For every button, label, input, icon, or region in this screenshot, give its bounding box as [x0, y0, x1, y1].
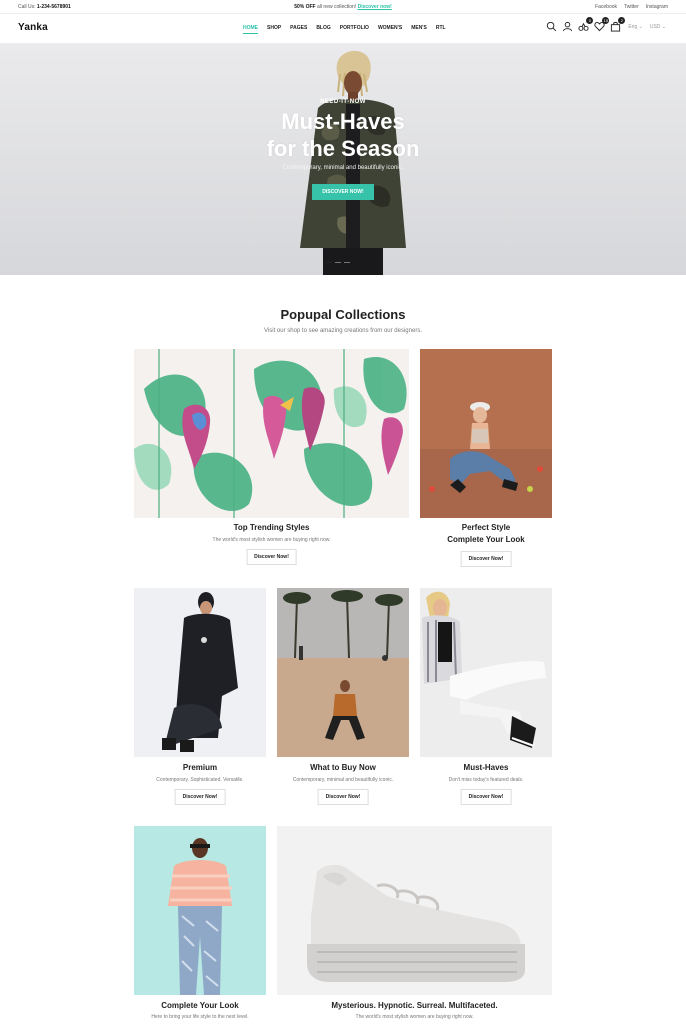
twitter-link[interactable]: Twitter [624, 4, 639, 10]
card-description: The world's most stylish women are buyin… [355, 1014, 474, 1020]
site-logo[interactable]: Yanka [18, 22, 48, 33]
card-title-line1: Perfect Style [461, 523, 511, 532]
nav-mens[interactable]: MEN'S [411, 25, 427, 34]
discover-now-button[interactable]: Discover Now! [460, 789, 512, 805]
card-image-man-pink-sweater[interactable] [134, 826, 266, 995]
promo-banner: 50% OFF all new collection! Discover now… [0, 4, 686, 10]
card-image-woman-white-jeans[interactable] [420, 588, 552, 757]
user-icon[interactable] [562, 21, 573, 32]
card-title: Perfect Style Complete Your Look [420, 522, 552, 546]
discover-now-button[interactable]: Discover Now! [174, 789, 226, 805]
hero-content: NEED-IT-NOW Must-Haves for the Season Co… [0, 99, 686, 200]
card-title: Premium [182, 763, 218, 772]
slider-dot[interactable] [344, 262, 350, 263]
promo-bold: 50% OFF [294, 4, 316, 10]
promo-text: all new collection! [317, 4, 357, 10]
social-links: Facebook Twitter Instagram [595, 4, 668, 10]
hero-title-line2: for the Season [266, 136, 420, 161]
nav-home[interactable]: HOME [243, 25, 258, 34]
nav-womens[interactable]: WOMEN'S [378, 25, 402, 34]
hero-title-line1: Must-Haves [281, 109, 405, 134]
compare-icon[interactable]: 0 [578, 17, 594, 32]
card-image-skatepark[interactable] [277, 588, 409, 757]
slider-dot[interactable] [335, 262, 341, 263]
card-description: The world's most stylish women are buyin… [212, 537, 331, 543]
discover-now-button[interactable]: Discover Now! [460, 551, 512, 567]
facebook-link[interactable]: Facebook [595, 4, 617, 10]
compare-count-badge: 0 [586, 17, 594, 24]
nav-rtl[interactable]: RTL [436, 25, 446, 34]
card-image-white-sneaker[interactable] [277, 826, 552, 995]
card-title: Mysterious. Hypnotic. Surreal. Multiface… [331, 1001, 498, 1010]
language-select[interactable]: Eng ⌄ [628, 24, 643, 30]
search-icon[interactable] [546, 21, 557, 32]
site-header: Yanka HOME SHOP PAGES BLOG PORTFOLIO WOM… [0, 14, 686, 44]
card-description: Contemporary, minimal and beautifully ic… [292, 777, 394, 783]
collection-card-perfect-style: Perfect Style Complete Your Look Discove… [420, 349, 552, 567]
main-nav: HOME SHOP PAGES BLOG PORTFOLIO WOMEN'S M… [243, 25, 446, 34]
header-actions: 0 15 2 Eng ⌄ USD ⌄ [546, 17, 666, 32]
hero-banner: NEED-IT-NOW Must-Haves for the Season Co… [0, 44, 686, 275]
card-description: Contemporary. Sophisticated. Versatile. [156, 777, 244, 783]
hero-subtitle: Contemporary, minimal and beautifully ic… [282, 165, 404, 171]
instagram-link[interactable]: Instagram [646, 4, 668, 10]
hero-slider-dots [326, 262, 350, 263]
hero-title: Must-Haves for the Season [0, 108, 686, 162]
collection-card-must-haves: Must-Haves Don't miss today's featured d… [420, 588, 552, 806]
card-title: What to Buy Now [310, 763, 376, 772]
nav-pages[interactable]: PAGES [290, 25, 307, 34]
collections-title: Popupal Collections [280, 307, 406, 322]
collection-card-sneaker: Mysterious. Hypnotic. Surreal. Multiface… [277, 826, 552, 1024]
heart-icon[interactable]: 15 [594, 17, 610, 32]
collections-subtitle: Visit our shop to see amazing creations … [264, 328, 422, 334]
promo-link[interactable]: Discover now! [358, 4, 392, 10]
collection-card-premium: Premium Contemporary. Sophisticated. Ver… [134, 588, 266, 806]
hero-eyebrow: NEED-IT-NOW [320, 99, 366, 105]
language-value: Eng [628, 23, 638, 30]
bag-icon[interactable]: 2 [610, 17, 626, 32]
nav-shop[interactable]: SHOP [267, 25, 281, 34]
nav-portfolio[interactable]: PORTFOLIO [340, 25, 369, 34]
nav-blog[interactable]: BLOG [316, 25, 330, 34]
card-image-seated-woman[interactable] [420, 349, 552, 518]
wishlist-count-badge: 15 [602, 17, 610, 24]
currency-value: USD [649, 23, 661, 30]
cart-count-badge: 2 [618, 17, 626, 24]
collection-card-what-to-buy: What to Buy Now Contemporary, minimal an… [277, 588, 409, 806]
hero-discover-button[interactable]: DISCOVER NOW! [312, 184, 374, 200]
slider-dot[interactable] [326, 262, 332, 263]
card-title-line2: Complete Your Look [447, 535, 525, 544]
card-title: Top Trending Styles [233, 523, 310, 532]
card-image-tropical-print[interactable] [134, 349, 409, 518]
discover-now-button[interactable]: Discover Now! [317, 789, 369, 805]
card-title: Must-Haves [463, 763, 509, 772]
card-title: Complete Your Look [161, 1001, 239, 1010]
card-description: Don't miss today's featured deals. [448, 777, 524, 783]
collection-card-complete-look: Complete Your Look Here to bring your li… [134, 826, 266, 1024]
discover-now-button[interactable]: Discover Now! [246, 549, 297, 565]
currency-select[interactable]: USD ⌄ [650, 24, 666, 30]
card-description: Here to bring your life style to the nex… [151, 1014, 249, 1020]
card-image-man-black-coat[interactable] [134, 588, 266, 757]
top-bar: Call Us: 1-234-5678901 50% OFF all new c… [0, 0, 686, 14]
collection-card-trending: Top Trending Styles The world's most sty… [134, 349, 409, 567]
